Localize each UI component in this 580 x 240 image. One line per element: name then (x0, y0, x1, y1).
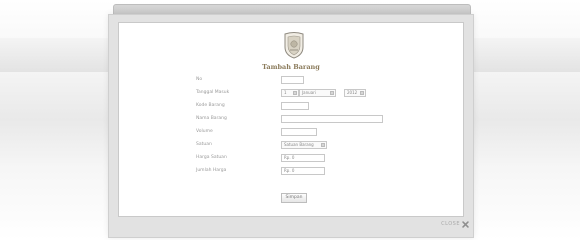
year-select[interactable]: 2012 (344, 89, 366, 97)
background-band-right (470, 38, 580, 72)
lightbox-dialog: Tambah Barang No Tanggal Masuk 1 Januari… (108, 14, 474, 238)
label-nama-barang: Nama Barang (196, 116, 227, 121)
close-label: CLOSE (441, 221, 460, 227)
form-title: Tambah Barang (262, 63, 320, 71)
simpan-button[interactable]: Simpan (281, 193, 307, 203)
label-tanggal-masuk: Tanggal Masuk (196, 90, 230, 95)
close-icon[interactable] (462, 220, 469, 228)
label-no: No (196, 77, 203, 82)
harga-satuan-input[interactable]: Rp. 0 (281, 154, 325, 162)
volume-input[interactable] (281, 128, 317, 136)
jumlah-harga-input[interactable]: Rp. 0 (281, 167, 325, 175)
satuan-select[interactable]: Satuan Barang (281, 141, 327, 149)
kode-barang-input[interactable] (281, 102, 309, 110)
close-button[interactable]: CLOSE (441, 220, 469, 228)
nama-barang-input[interactable] (281, 115, 383, 123)
no-input[interactable] (281, 76, 304, 84)
label-kode-barang: Kode Barang (196, 103, 225, 108)
background-band-left (0, 38, 110, 72)
label-harga-satuan: Harga Satuan (196, 155, 227, 160)
label-jumlah-harga: Jumlah Harga (196, 168, 227, 173)
day-select[interactable]: 1 (281, 89, 299, 97)
label-satuan: Satuan (196, 142, 212, 147)
form-panel: Tambah Barang No Tanggal Masuk 1 Januari… (118, 22, 464, 217)
label-volume: Volume (196, 129, 213, 134)
month-select[interactable]: Januari (299, 89, 336, 97)
emblem-icon (284, 32, 304, 59)
